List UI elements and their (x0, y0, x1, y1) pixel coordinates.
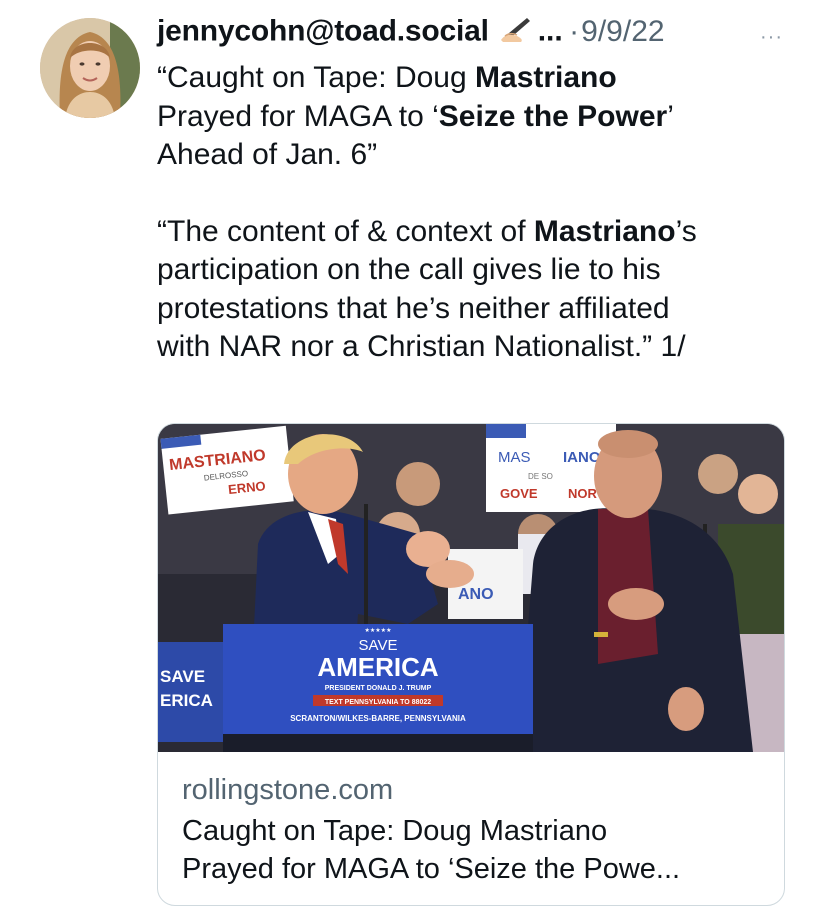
handle-truncation: ... (537, 14, 563, 48)
text-line: with NAR nor a Christian Nationalist.” 1… (157, 330, 686, 363)
tweet-date[interactable]: 9/9/22 (581, 15, 664, 48)
podium-america: AMERICA (317, 652, 439, 682)
more-options-icon[interactable]: ··· (760, 26, 783, 49)
side-sign: SAVE ERICA (158, 642, 226, 742)
card-title: Caught on Tape: Doug Mastriano Prayed fo… (182, 815, 681, 885)
card-image: MASTRIANO DELROSSO ERNO MAS IANO DE SO G… (158, 424, 784, 752)
link-preview-card[interactable]: MASTRIANO DELROSSO ERNO MAS IANO DE SO G… (157, 423, 785, 906)
svg-text:SCRANTON/WILKES-BARRE, PENNSYL: SCRANTON/WILKES-BARRE, PENNSYLVANIA (290, 714, 466, 723)
podium-sign: ★★★★★ SAVE AMERICA PRESIDENT DONALD J. T… (223, 624, 533, 752)
avatar-photo (40, 18, 140, 118)
tweet-header: jennycohn@toad.social ... ·9/9/22 ··· (157, 14, 797, 54)
sign-right-bottom-left: GOVE (500, 486, 538, 501)
svg-text:ANO: ANO (458, 586, 494, 603)
svg-text:TEXT PENNSYLVANIA TO 88022: TEXT PENNSYLVANIA TO 88022 (325, 699, 431, 706)
writing-hand-icon (499, 14, 533, 49)
author-handle[interactable]: jennycohn@toad.social (157, 15, 489, 48)
text-line: protestations that he’s neither affiliat… (157, 291, 670, 325)
sign-right-right: IANO (563, 449, 601, 466)
text-line: “The content of & context of Mastriano’s (157, 214, 697, 248)
text-line: Prayed for MAGA to ‘Seize the Power’ (157, 99, 674, 133)
sign-left: MASTRIANO DELROSSO ERNO (160, 425, 294, 515)
svg-text:★★★★★: ★★★★★ (365, 627, 392, 634)
text-line: participation on the call gives lie to h… (157, 253, 661, 286)
sign-right-bottom-right: NOR (568, 486, 598, 501)
svg-text:PRESIDENT DONALD J. TRUMP: PRESIDENT DONALD J. TRUMP (325, 685, 432, 692)
svg-text:SAVE: SAVE (160, 667, 205, 686)
tweet-body: “Caught on Tape: Doug Mastriano Prayed f… (157, 59, 807, 367)
card-meta: rollingstone.com Caught on Tape: Doug Ma… (182, 772, 772, 888)
date-separator: · (569, 14, 580, 48)
text-line: Ahead of Jan. 6” (157, 138, 378, 171)
sign-right-small: DE SO (528, 472, 553, 481)
svg-text:ERICA: ERICA (160, 691, 213, 710)
sign-right-left: MAS (498, 449, 531, 466)
avatar[interactable] (40, 18, 140, 118)
text-line: “Caught on Tape: Doug Mastriano (157, 61, 617, 94)
card-domain: rollingstone.com (182, 774, 394, 806)
